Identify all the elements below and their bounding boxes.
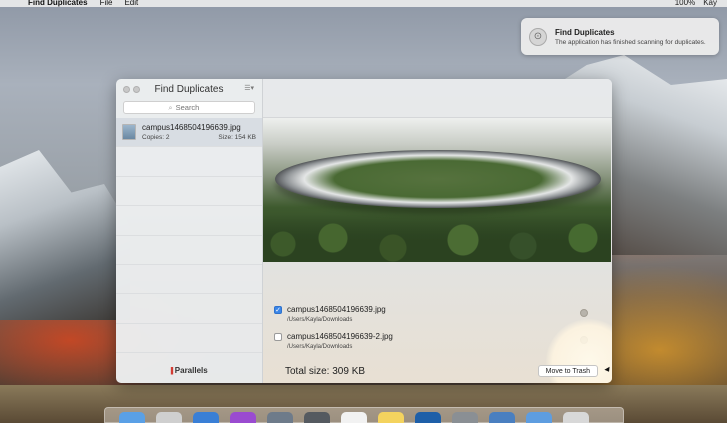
search-icon: ⌕ <box>168 102 173 112</box>
menu-bar: Find Duplicates File Edit 100% Kay <box>0 0 727 7</box>
folder-icon[interactable] <box>526 412 552 423</box>
menu-file[interactable]: File <box>94 0 119 7</box>
image-file-icon <box>122 124 136 141</box>
parallels-logo[interactable]: || Parallels <box>116 366 262 375</box>
duplicate-groups-list: campus1468504196639.jpg Copies: 2 Size: … <box>116 118 262 354</box>
trash-icon[interactable] <box>563 412 589 423</box>
siri-icon[interactable] <box>230 412 256 423</box>
notification-body: The application has finished scanning fo… <box>555 38 706 46</box>
group-copies: Copies: 2 <box>142 134 170 142</box>
photos-icon[interactable] <box>156 412 182 423</box>
list-item <box>116 177 262 207</box>
list-item <box>116 236 262 265</box>
toolbar <box>263 79 612 118</box>
preview-trees <box>263 214 611 262</box>
reveal-in-finder-button-1[interactable] <box>580 309 588 317</box>
sort-menu-icon[interactable]: ☰▾ <box>244 84 254 92</box>
duplicate-checkbox-2[interactable] <box>274 333 282 341</box>
preview-building <box>275 150 601 208</box>
list-item <box>116 265 262 295</box>
move-to-trash-button[interactable]: Move to Trash <box>537 365 598 377</box>
parallels-bars-icon: || <box>170 366 174 375</box>
list-item <box>116 147 262 177</box>
duplicate-path-1: /Users/Kayla/Downloads <box>287 317 353 323</box>
sidebar: Find Duplicates ☰▾ ⌕ campus1468504196639… <box>116 79 263 383</box>
notification-banner[interactable]: ⊙ Find Duplicates The application has fi… <box>521 18 719 55</box>
settings-icon[interactable] <box>452 412 478 423</box>
menu-user-name[interactable]: Kay <box>703 0 717 7</box>
screenshot-icon[interactable] <box>304 412 330 423</box>
search-field[interactable]: ⌕ <box>123 101 255 114</box>
group-size: Size: 154 KB <box>218 134 256 142</box>
list-item <box>116 206 262 236</box>
find-duplicates-app-icon: ⊙ <box>529 27 547 46</box>
duplicate-path-2: /Users/Kayla/Downloads <box>287 344 353 350</box>
finder-icon[interactable] <box>119 412 145 423</box>
group-filename: campus1468504196639.jpg <box>142 123 241 133</box>
menu-app-name[interactable]: Find Duplicates <box>22 0 94 7</box>
safari-icon[interactable] <box>193 412 219 423</box>
duplicate-group-row[interactable]: campus1468504196639.jpg Copies: 2 Size: … <box>116 118 262 148</box>
sidebar-header: Find Duplicates ☰▾ <box>116 79 262 99</box>
battery-percent[interactable]: 100% <box>675 0 695 7</box>
window-title: Find Duplicates <box>154 83 224 95</box>
total-size: Total size: 309 KB <box>285 366 366 377</box>
search-input[interactable] <box>175 103 210 112</box>
duplicate-file-1: ✓ campus1468504196639.jpg /Users/Kayla/D… <box>274 305 596 323</box>
dock <box>104 407 624 423</box>
duplicate-name-1: campus1468504196639.jpg <box>287 305 386 314</box>
find-duplicates-window: Find Duplicates ☰▾ ⌕ campus1468504196639… <box>116 79 612 383</box>
notes-icon[interactable] <box>378 412 404 423</box>
launchpad-icon[interactable] <box>267 412 293 423</box>
list-item <box>116 294 262 324</box>
image-preview <box>263 118 611 262</box>
calendar-icon[interactable] <box>341 412 367 423</box>
menu-edit[interactable]: Edit <box>118 0 144 7</box>
downloads-icon[interactable] <box>489 412 515 423</box>
duplicate-name-2: campus1468504196639-2.jpg <box>287 332 393 341</box>
parallels-icon[interactable] <box>415 412 441 423</box>
wallpaper-mountain-left <box>0 150 130 320</box>
list-item <box>116 324 262 354</box>
main-panel: ✓ campus1468504196639.jpg /Users/Kayla/D… <box>263 79 612 383</box>
menu-extras: 100% Kay <box>675 0 727 7</box>
duplicate-checkbox-1[interactable]: ✓ <box>274 306 282 314</box>
notification-title: Find Duplicates <box>555 27 615 37</box>
